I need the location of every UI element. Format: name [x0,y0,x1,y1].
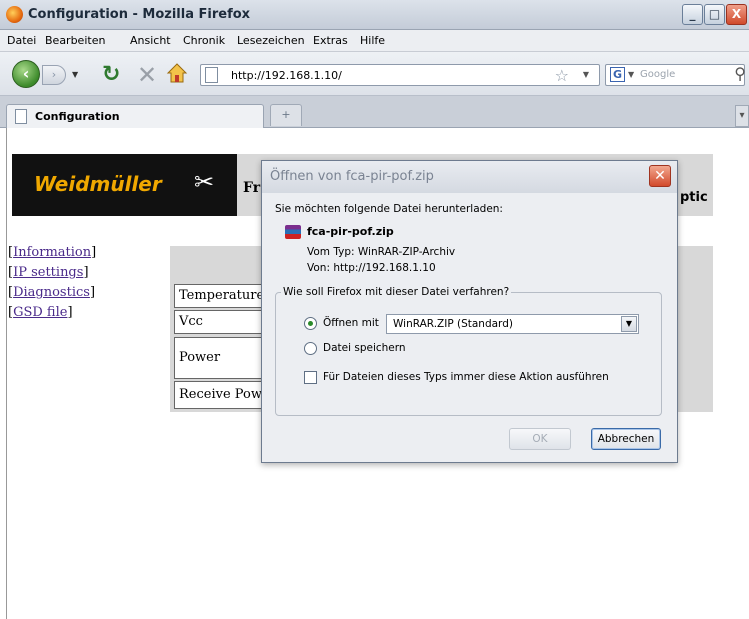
row-receive-power: Receive Pow [174,381,264,409]
logo-mark-icon: ✂ [194,168,215,196]
nav-link-gsd-file[interactable]: [GSD file] [8,303,96,323]
home-icon[interactable] [166,62,188,84]
menu-hilfe[interactable]: Hilfe [360,34,385,47]
history-dropdown-icon[interactable]: ▼ [72,70,78,79]
open-with-radio[interactable] [304,317,317,330]
menu-lesezeichen[interactable]: Lesezeichen [237,34,305,47]
window-title: Configuration - Mozilla Firefox [28,7,251,22]
open-with-label[interactable]: Öffnen mit [323,317,379,329]
menu-ansicht[interactable]: Ansicht [130,34,171,47]
close-window-button[interactable]: X [726,4,747,25]
navigation-toolbar: ‹ › ▼ ↻ ✕ http://192.168.1.10/ ☆ ▼ G ▼ G… [0,52,749,96]
nav-link-information[interactable]: [Information] [8,243,96,263]
logo-text: Weidmüller [34,172,162,196]
chevron-down-icon[interactable]: ▼ [621,316,637,332]
menu-chronik[interactable]: Chronik [183,34,225,47]
download-dialog: Öffnen von fca-pir-pof.zip ✕ Sie möchten… [261,160,678,463]
side-navigation: [Information] [IP settings] [Diagnostics… [8,243,96,323]
back-button[interactable]: ‹ [12,60,40,88]
url-bar[interactable]: http://192.168.1.10/ ☆ ▼ [200,64,600,86]
dialog-titlebar: Öffnen von fca-pir-pof.zip ✕ [262,161,677,193]
search-icon[interactable]: ⚲ [734,64,746,83]
dialog-prompt: Sie möchten folgende Datei herunterladen… [275,203,503,215]
menu-datei[interactable]: Datei [7,34,36,47]
page-icon [205,67,218,83]
tab-configuration[interactable]: Configuration [6,104,264,128]
menu-extras[interactable]: Extras [313,34,348,47]
cancel-button[interactable]: Abbrechen [591,428,661,450]
maximize-button[interactable]: □ [704,4,725,25]
header-title-partial: Fr [243,180,261,196]
open-with-value[interactable]: WinRAR.ZIP (Standard) [393,318,513,330]
nav-link-diagnostics[interactable]: [Diagnostics] [8,283,96,303]
firefox-icon [6,6,23,23]
row-power-margin: Power Margi [174,337,264,405]
download-filename: fca-pir-pof.zip [307,225,394,238]
page-icon [15,109,27,124]
forward-button[interactable]: › [42,65,66,85]
engine-dropdown-icon[interactable]: ▼ [628,70,634,79]
stop-icon[interactable]: ✕ [137,61,157,89]
menu-bearbeiten[interactable]: Bearbeiten [45,34,105,47]
minimize-button[interactable]: _ [682,4,703,25]
frame-border [6,128,7,619]
google-engine-icon[interactable]: G [610,67,625,82]
winrar-archive-icon [285,225,301,239]
window-titlebar: Configuration - Mozilla Firefox _ □ X [0,0,749,30]
reload-icon[interactable]: ↻ [102,62,120,87]
dialog-title: Öffnen von fca-pir-pof.zip [270,169,434,184]
open-with-select[interactable]: WinRAR.ZIP (Standard) ▼ [386,314,639,334]
url-text[interactable]: http://192.168.1.10/ [231,69,342,82]
tab-label: Configuration [35,110,120,123]
file-source-line: Von: http://192.168.1.10 [307,262,436,274]
save-file-radio[interactable] [304,342,317,355]
save-file-label[interactable]: Datei speichern [323,342,406,354]
nav-link-ip-settings[interactable]: [IP settings] [8,263,96,283]
new-tab-button[interactable]: + [270,104,302,126]
always-do-label[interactable]: Für Dateien dieses Typs immer diese Akti… [323,371,609,383]
menu-bar: Datei Bearbeiten Ansicht Chronik Lesezei… [0,30,749,52]
action-group [275,292,662,416]
tab-scroll-icon[interactable]: ▾ [735,105,749,127]
bookmark-star-icon[interactable]: ☆ [555,66,569,85]
action-group-label: Wie soll Firefox mit dieser Datei verfah… [281,286,512,298]
search-bar[interactable]: G ▼ Google ⚲ [605,64,746,86]
ok-button[interactable]: OK [509,428,571,450]
weidmuller-logo: Weidmüller ✂ [12,154,237,216]
always-do-checkbox[interactable] [304,371,317,384]
file-type-line: Vom Typ: WinRAR-ZIP-Archiv [307,246,456,258]
url-dropdown-icon[interactable]: ▼ [583,70,589,79]
row-temperature: Temperature [174,284,264,308]
tab-bar: Configuration + ▾ [0,96,749,128]
search-placeholder[interactable]: Google [640,69,675,80]
dialog-close-button[interactable]: ✕ [649,165,671,187]
header-title-end: ptic [680,190,708,205]
row-vcc: Vcc [174,310,264,334]
